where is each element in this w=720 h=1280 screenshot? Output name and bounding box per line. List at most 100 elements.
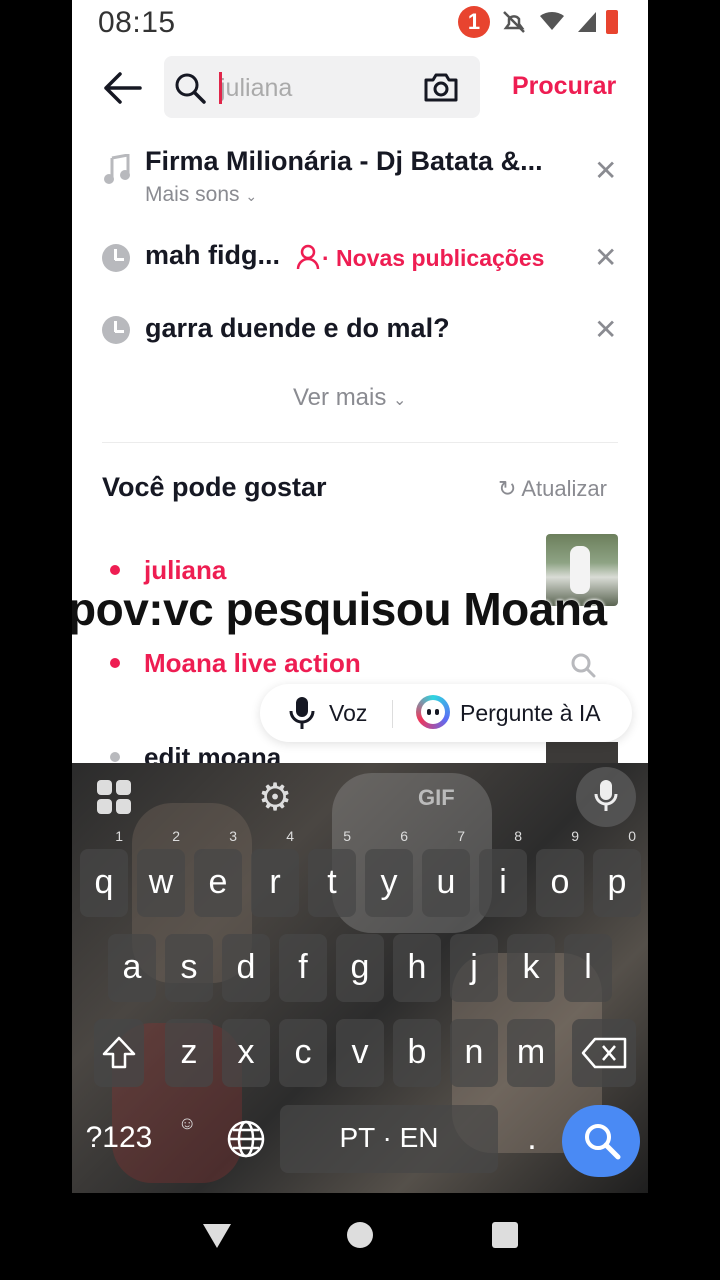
divider — [102, 442, 618, 443]
apps-grid-icon[interactable] — [96, 779, 132, 815]
shift-arrow-icon — [102, 1036, 136, 1069]
space-bar[interactable]: PT · EN — [280, 1105, 498, 1173]
key-label: e — [208, 863, 228, 901]
key-m[interactable]: m — [507, 1019, 555, 1087]
clock-icon — [102, 244, 130, 272]
keyboard: ⚙ GIF 1q2w3e4r5t6y7u8i9o0p asdfghjkl zxc… — [72, 763, 648, 1193]
search-action-key[interactable] — [562, 1105, 640, 1177]
overlay-caption: pov:vc pesquisou Moana — [72, 583, 607, 635]
key-number-hint: 8 — [514, 828, 522, 844]
refresh-button[interactable]: ↻ Atualizar — [498, 476, 607, 502]
microphone-icon — [594, 780, 618, 811]
mute-icon — [503, 11, 525, 33]
status-time: 08:15 — [98, 6, 176, 39]
clock-icon — [102, 316, 130, 344]
key-e[interactable]: 3e — [194, 829, 242, 917]
search-submit-button[interactable]: Procurar — [512, 72, 616, 101]
key-c[interactable]: c — [279, 1019, 327, 1087]
camera-icon[interactable] — [422, 71, 460, 103]
history-item-title[interactable]: Firma Milionária - Dj Batata &... — [145, 146, 543, 177]
key-w[interactable]: 2w — [137, 829, 185, 917]
period-key[interactable]: . — [508, 1105, 556, 1173]
key-p[interactable]: 0p — [593, 829, 641, 917]
chevron-down-icon: ⌄ — [393, 392, 407, 409]
key-a[interactable]: a — [108, 934, 156, 1002]
key-g[interactable]: g — [336, 934, 384, 1002]
battery-icon — [606, 10, 618, 34]
key-b[interactable]: b — [393, 1019, 441, 1087]
key-number-hint: 6 — [400, 828, 408, 844]
suggestion-item[interactable]: edit moana — [144, 742, 281, 763]
suggestions-title: Você pode gostar — [102, 472, 327, 502]
app-screen: 08:15 1 Procurar Firma Milionária - Dj B… — [72, 0, 648, 763]
signal-icon — [578, 12, 596, 32]
search-icon — [571, 653, 596, 678]
key-z[interactable]: z — [165, 1019, 213, 1087]
remove-history-button[interactable]: ✕ — [594, 313, 617, 346]
wifi-icon — [540, 11, 564, 30]
ask-ai-button[interactable]: Pergunte à IA — [460, 700, 601, 727]
more-sounds-link[interactable]: Mais sons ⌄ — [145, 183, 257, 207]
search-icon — [585, 1124, 621, 1160]
key-k[interactable]: k — [507, 934, 555, 1002]
key-label: q — [94, 863, 114, 901]
key-s[interactable]: s — [165, 934, 213, 1002]
emoji-hint-icon: ☺ — [178, 1113, 197, 1133]
key-q[interactable]: 1q — [80, 829, 128, 917]
home-circle-icon[interactable] — [347, 1222, 373, 1248]
history-item-title[interactable]: mah fidg... — [145, 240, 280, 271]
key-v[interactable]: v — [336, 1019, 384, 1087]
key-y[interactable]: 6y — [365, 829, 413, 917]
shift-key[interactable] — [94, 1019, 144, 1087]
recents-square-icon[interactable] — [492, 1222, 518, 1248]
text-caret — [219, 72, 222, 104]
language-key[interactable] — [222, 1105, 270, 1173]
back-arrow-icon[interactable] — [102, 70, 142, 106]
suggestion-dot — [110, 752, 120, 762]
key-u[interactable]: 7u — [422, 829, 470, 917]
suggestion-item[interactable]: Moana live action — [144, 648, 361, 679]
notification-badge: 1 — [458, 6, 490, 38]
voice-button[interactable]: Voz — [329, 700, 367, 727]
gif-button[interactable]: GIF — [418, 785, 455, 811]
key-n[interactable]: n — [450, 1019, 498, 1087]
refresh-icon: ↻ — [498, 476, 517, 501]
remove-history-button[interactable]: ✕ — [594, 154, 617, 187]
back-triangle-icon[interactable] — [202, 1223, 232, 1249]
key-t[interactable]: 5t — [308, 829, 356, 917]
key-label: i — [499, 863, 507, 901]
symbols-key[interactable]: ?123 — [78, 1105, 160, 1173]
backspace-key[interactable] — [572, 1019, 636, 1087]
divider — [392, 700, 393, 728]
key-number-hint: 7 — [457, 828, 465, 844]
history-item-title[interactable]: garra duende e do mal? — [145, 313, 450, 344]
suggestion-thumbnail[interactable] — [546, 742, 618, 763]
key-label: y — [380, 863, 398, 901]
key-h[interactable]: h — [393, 934, 441, 1002]
new-posts-tag: · Novas publicações — [322, 245, 545, 271]
globe-icon — [227, 1120, 265, 1158]
trending-dot — [110, 565, 120, 575]
key-number-hint: 1 — [115, 828, 123, 844]
key-o[interactable]: 9o — [536, 829, 584, 917]
settings-gear-icon[interactable]: ⚙ — [258, 775, 292, 820]
key-l[interactable]: l — [564, 934, 612, 1002]
trending-dot — [110, 658, 120, 668]
remove-history-button[interactable]: ✕ — [594, 241, 617, 274]
system-navigation-bar — [0, 1193, 720, 1280]
key-x[interactable]: x — [222, 1019, 270, 1087]
search-input[interactable] — [220, 70, 410, 106]
key-number-hint: 2 — [172, 828, 180, 844]
key-j[interactable]: j — [450, 934, 498, 1002]
key-f[interactable]: f — [279, 934, 327, 1002]
key-label: t — [327, 863, 337, 901]
backspace-icon — [581, 1037, 627, 1069]
key-label: w — [148, 863, 174, 901]
key-r[interactable]: 4r — [251, 829, 299, 917]
microphone-icon[interactable] — [288, 696, 316, 730]
key-i[interactable]: 8i — [479, 829, 527, 917]
key-d[interactable]: d — [222, 934, 270, 1002]
status-icons — [503, 10, 618, 34]
see-more-button[interactable]: Ver mais ⌄ — [293, 384, 406, 412]
voice-input-button[interactable] — [576, 767, 636, 827]
